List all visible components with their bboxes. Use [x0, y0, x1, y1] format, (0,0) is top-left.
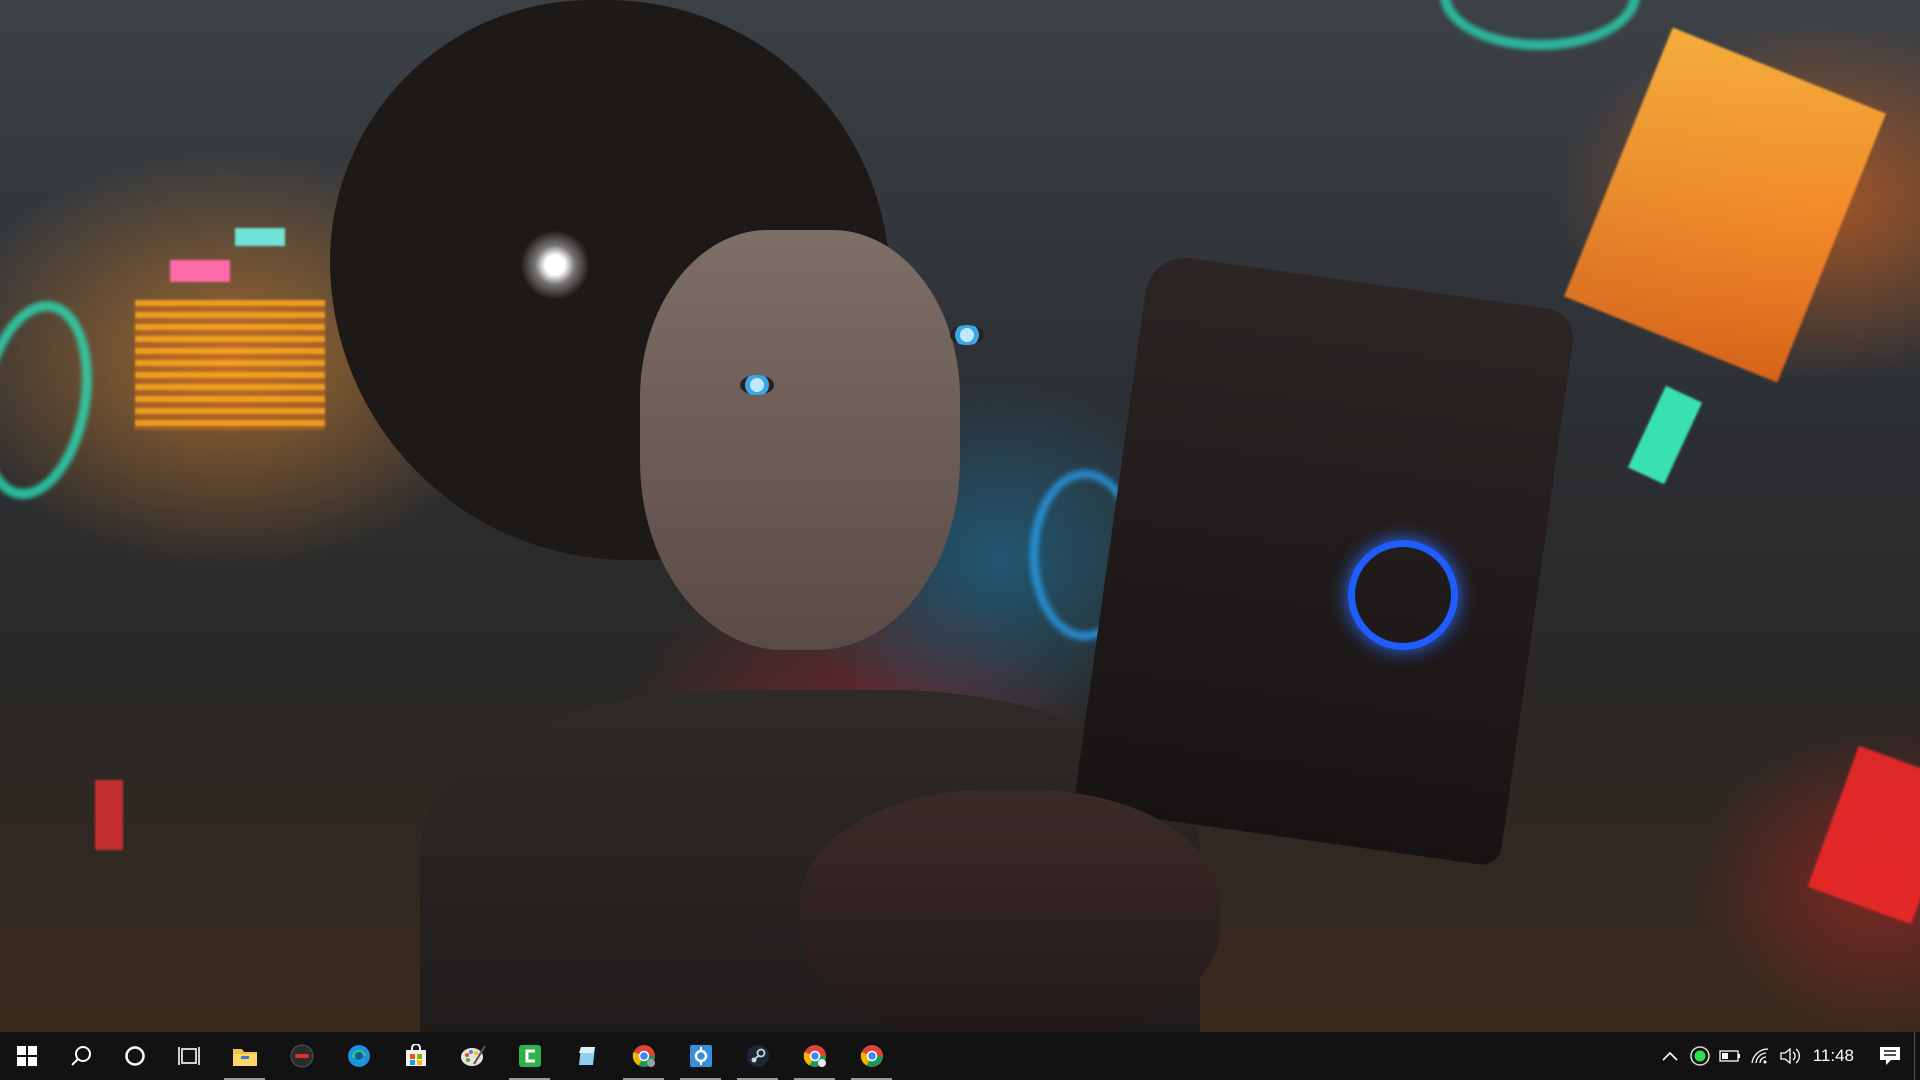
neon-ring-top	[1440, 0, 1640, 50]
camtasia-icon	[518, 1045, 541, 1067]
start-button[interactable]	[0, 1032, 54, 1080]
desktop-wallpaper	[0, 0, 1920, 1032]
lens-flare	[520, 230, 590, 300]
taskbar-app-media[interactable]	[273, 1032, 330, 1080]
taskbar: 11:48	[0, 1032, 1920, 1080]
search-icon	[71, 1046, 91, 1066]
pistol	[1073, 252, 1577, 868]
speaker-icon	[1780, 1047, 1800, 1065]
task-view-button[interactable]	[162, 1032, 216, 1080]
action-center-button[interactable]	[1866, 1032, 1914, 1080]
taskbar-app-edge[interactable]	[330, 1032, 387, 1080]
green-status-icon	[1689, 1046, 1710, 1066]
taskbar-app-blue[interactable]	[558, 1032, 615, 1080]
tray-volume[interactable]	[1775, 1032, 1805, 1080]
tray-app-green[interactable]	[1685, 1032, 1715, 1080]
chrome-icon-2	[803, 1045, 826, 1067]
action-center-icon	[1880, 1047, 1900, 1065]
neon-sign-red-small	[95, 780, 123, 850]
store-icon	[405, 1044, 426, 1066]
cortana-icon	[125, 1046, 145, 1066]
figure-eye-right	[950, 325, 984, 345]
pistol-blue-ring	[1348, 540, 1458, 650]
taskbar-clock[interactable]: 11:48	[1805, 1032, 1866, 1080]
neon-sign-left	[135, 300, 325, 430]
steam-icon	[746, 1045, 769, 1067]
wifi-icon	[1751, 1048, 1768, 1064]
taskbar-app-file-explorer[interactable]	[216, 1032, 273, 1080]
chrome-profile-icon	[632, 1045, 655, 1067]
search-button[interactable]	[54, 1032, 108, 1080]
neon-sign-pink	[170, 260, 230, 282]
tray-overflow-button[interactable]	[1655, 1032, 1685, 1080]
system-tray: 11:48	[1655, 1032, 1920, 1080]
chevron-up-icon	[1662, 1051, 1678, 1061]
neon-ring-left	[0, 291, 107, 509]
figure-hand	[800, 790, 1220, 1032]
taskbar-app-camtasia[interactable]	[501, 1032, 558, 1080]
cortana-button[interactable]	[108, 1032, 162, 1080]
show-desktop-button[interactable]	[1914, 1032, 1920, 1080]
chrome-icon	[860, 1045, 883, 1067]
blue-app-icon	[578, 1047, 595, 1065]
paint-icon	[460, 1045, 486, 1066]
figure-face	[640, 230, 960, 650]
tray-battery[interactable]	[1715, 1032, 1745, 1080]
task-view-icon	[178, 1047, 200, 1065]
battery-icon	[1719, 1050, 1740, 1062]
taskbar-app-store[interactable]	[387, 1032, 444, 1080]
neon-sign-right	[1564, 27, 1886, 383]
figure-eye-left	[740, 375, 774, 395]
file-explorer-icon	[232, 1049, 257, 1066]
settings-app-icon	[689, 1045, 712, 1067]
windows-start-icon	[17, 1046, 37, 1066]
taskbar-app-chrome[interactable]	[843, 1032, 900, 1080]
neon-sign-teal	[235, 228, 285, 246]
taskbar-app-settings[interactable]	[672, 1032, 729, 1080]
neon-sign-red	[1807, 745, 1920, 925]
edge-icon	[347, 1045, 370, 1067]
tray-wifi[interactable]	[1745, 1032, 1775, 1080]
taskbar-app-chrome-profile[interactable]	[615, 1032, 672, 1080]
taskbar-app-chrome-2[interactable]	[786, 1032, 843, 1080]
taskbar-app-steam[interactable]	[729, 1032, 786, 1080]
taskbar-app-paint[interactable]	[444, 1032, 501, 1080]
media-app-icon	[290, 1044, 313, 1068]
neon-sign-green	[1627, 385, 1703, 485]
